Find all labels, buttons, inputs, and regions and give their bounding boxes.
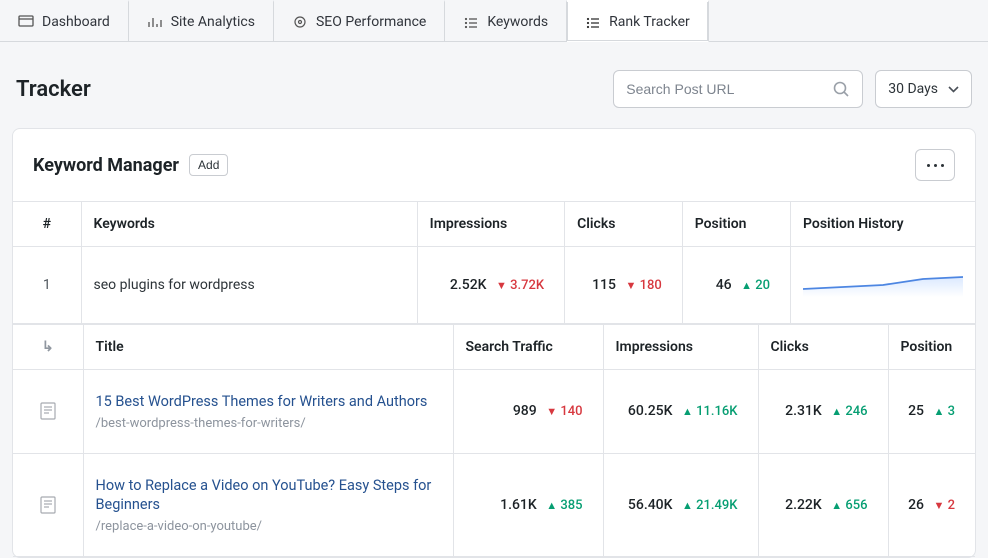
title-cell: How to Replace a Video on YouTube? Easy … bbox=[83, 453, 453, 556]
post-url: /best-wordpress-themes-for-writers/ bbox=[96, 416, 441, 431]
tab-label: Dashboard bbox=[42, 14, 110, 30]
position-cell-b: 26 ▼ 2 bbox=[888, 453, 975, 556]
chevron-down-icon bbox=[948, 86, 959, 93]
post-title[interactable]: 15 Best WordPress Themes for Writers and… bbox=[96, 392, 441, 412]
tab-label: Keywords bbox=[487, 14, 548, 30]
delta-down: ▼ 180 bbox=[625, 278, 661, 293]
seo-icon bbox=[292, 15, 308, 29]
clicks-cell-b: 2.22K ▲ 656 bbox=[758, 453, 888, 556]
search-input-wrap[interactable] bbox=[613, 70, 863, 108]
keyword-row[interactable]: 1 seo plugins for wordpress 2.52K ▼ 3.72… bbox=[13, 247, 975, 324]
date-range-select[interactable]: 30 Days bbox=[875, 70, 972, 108]
col-title[interactable]: Title bbox=[83, 325, 453, 370]
row-number: 1 bbox=[13, 247, 81, 324]
impressions-cell-b: 60.25K ▲ 11.16K bbox=[603, 370, 758, 454]
keyword-manager-panel: Keyword Manager Add # Keywords Impressio… bbox=[12, 128, 976, 558]
page-header: Tracker 30 Days bbox=[0, 42, 988, 128]
col-clicks[interactable]: Clicks bbox=[565, 202, 683, 247]
page-title: Tracker bbox=[16, 77, 91, 102]
analytics-icon bbox=[147, 15, 163, 29]
post-row[interactable]: How to Replace a Video on YouTube? Easy … bbox=[13, 453, 975, 556]
sparkline bbox=[803, 269, 963, 297]
dots-icon bbox=[927, 164, 930, 167]
position-cell-b: 25 ▲ 3 bbox=[888, 370, 975, 454]
search-icon bbox=[833, 81, 850, 98]
history-cell bbox=[791, 247, 976, 324]
col-traffic[interactable]: Search Traffic bbox=[453, 325, 603, 370]
traffic-cell: 1.61K ▲ 385 bbox=[453, 453, 603, 556]
more-button[interactable] bbox=[915, 149, 955, 181]
tab-label: Rank Tracker bbox=[609, 14, 690, 30]
tab-seo-performance[interactable]: SEO Performance bbox=[274, 0, 445, 41]
col-history[interactable]: Position History bbox=[791, 202, 976, 247]
sub-arrow-icon: ↳ bbox=[42, 339, 54, 355]
post-row[interactable]: 15 Best WordPress Themes for Writers and… bbox=[13, 370, 975, 454]
col-impressions[interactable]: Impressions bbox=[417, 202, 564, 247]
doc-icon bbox=[13, 370, 83, 454]
tabs-bar: Dashboard Site Analytics SEO Performance… bbox=[0, 0, 988, 42]
title-cell: 15 Best WordPress Themes for Writers and… bbox=[83, 370, 453, 454]
panel-header: Keyword Manager Add bbox=[13, 129, 975, 201]
doc-icon bbox=[13, 453, 83, 556]
tab-dashboard[interactable]: Dashboard bbox=[0, 0, 129, 41]
tab-label: Site Analytics bbox=[171, 14, 255, 30]
col-number[interactable]: # bbox=[13, 202, 81, 247]
panel-title: Keyword Manager bbox=[33, 155, 179, 176]
tab-site-analytics[interactable]: Site Analytics bbox=[129, 0, 274, 41]
clicks-cell: 115 ▼ 180 bbox=[565, 247, 683, 324]
search-input[interactable] bbox=[626, 81, 833, 97]
dashboard-icon bbox=[18, 15, 34, 29]
rank-icon bbox=[585, 15, 601, 29]
col-impressions-b[interactable]: Impressions bbox=[603, 325, 758, 370]
tab-label: SEO Performance bbox=[316, 14, 426, 30]
date-range-label: 30 Days bbox=[888, 81, 938, 97]
impressions-cell: 2.52K ▼ 3.72K bbox=[417, 247, 564, 324]
col-expand: ↳ bbox=[13, 325, 83, 370]
impressions-cell-b: 56.40K ▲ 21.49K bbox=[603, 453, 758, 556]
col-position-b[interactable]: Position bbox=[888, 325, 975, 370]
post-table: ↳ Title Search Traffic Impressions Click… bbox=[13, 324, 975, 557]
add-button[interactable]: Add bbox=[189, 154, 228, 176]
position-cell: 46 ▲ 20 bbox=[682, 247, 790, 324]
col-clicks-b[interactable]: Clicks bbox=[758, 325, 888, 370]
keyword-cell: seo plugins for wordpress bbox=[81, 247, 417, 324]
keyword-table: # Keywords Impressions Clicks Position P… bbox=[13, 201, 975, 324]
col-position[interactable]: Position bbox=[682, 202, 790, 247]
traffic-cell: 989 ▼ 140 bbox=[453, 370, 603, 454]
delta-down: ▼ 3.72K bbox=[496, 278, 544, 293]
post-url: /replace-a-video-on-youtube/ bbox=[96, 519, 441, 534]
header-controls: 30 Days bbox=[613, 70, 972, 108]
list-icon bbox=[463, 15, 479, 29]
post-title[interactable]: How to Replace a Video on YouTube? Easy … bbox=[96, 476, 441, 515]
col-keywords[interactable]: Keywords bbox=[81, 202, 417, 247]
clicks-cell-b: 2.31K ▲ 246 bbox=[758, 370, 888, 454]
delta-up: ▲ 20 bbox=[741, 278, 770, 293]
tab-rank-tracker[interactable]: Rank Tracker bbox=[567, 0, 709, 42]
tab-keywords[interactable]: Keywords bbox=[445, 0, 567, 41]
